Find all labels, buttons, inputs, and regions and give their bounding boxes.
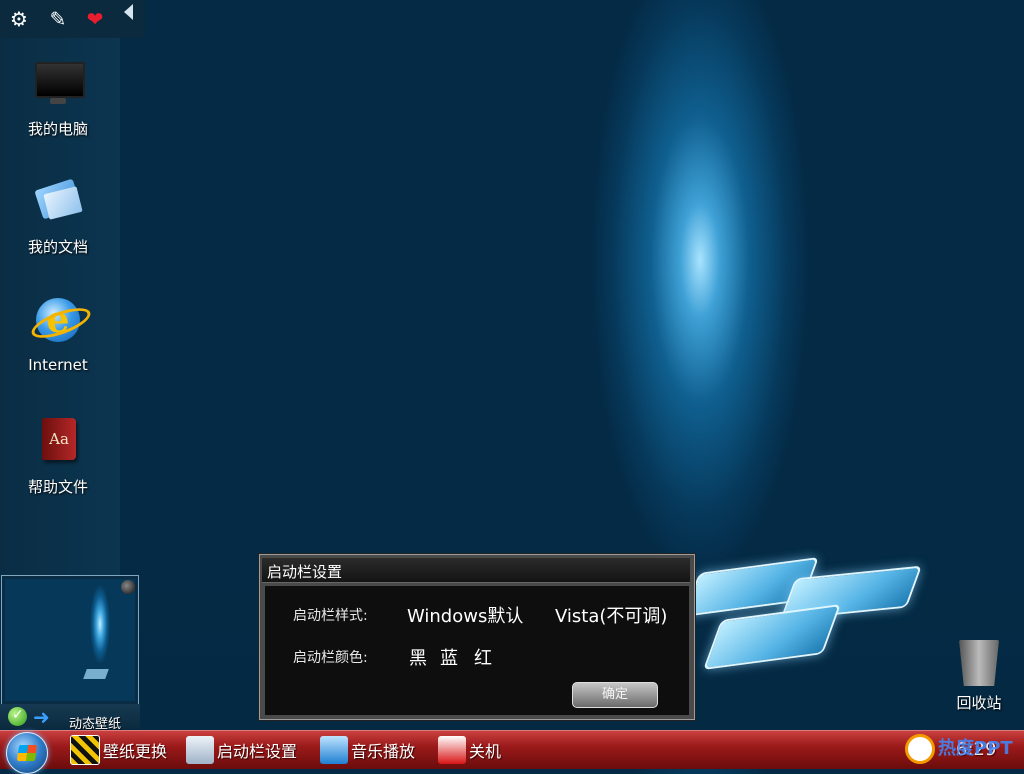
dialog-title: 启动栏设置 (267, 563, 343, 581)
desktop-icon-label: 我的文档 (27, 238, 88, 256)
desktop-icon-label: 帮助文件 (27, 478, 88, 496)
color-option-black[interactable]: 黑 (409, 644, 427, 670)
gear-icon (186, 736, 214, 764)
desktop-icon-label: 回收站 (956, 694, 1002, 712)
music-icon (320, 736, 348, 764)
wallpaper-preview[interactable] (1, 575, 139, 705)
desktop-icon-my-documents[interactable]: 我的文档 (10, 176, 106, 257)
desktop-icon-label: 我的电脑 (27, 120, 88, 138)
taskbar-item-shutdown[interactable]: 关机 (438, 733, 501, 767)
style-option-windows[interactable]: Windows默认 (407, 602, 523, 628)
startbar-settings-dialog: 启动栏设置 启动栏样式: Windows默认 Vista(不可调) 启动栏颜色:… (259, 554, 695, 720)
book-icon: Aa (32, 416, 84, 468)
desktop-icon-label: Internet (28, 356, 88, 374)
taskbar-item-label: 音乐播放 (351, 742, 416, 761)
ie-icon: e (28, 296, 94, 348)
dialog-body: 启动栏样式: Windows默认 Vista(不可调) 启动栏颜色: 黑 蓝 红… (265, 586, 689, 715)
style-option-vista[interactable]: Vista(不可调) (555, 602, 667, 628)
dialog-title-bar[interactable]: 启动栏设置 (262, 558, 690, 583)
sidebar: ⚙ ✎ ❤ 我的电脑 我的文档 e Internet Aa 帮助文件 (0, 0, 145, 575)
desktop: ⚙ ✎ ❤ 我的电脑 我的文档 e Internet Aa 帮助文件 ➜ 动态壁… (0, 0, 1024, 732)
taskbar-item-label: 启动栏设置 (217, 742, 298, 761)
tray-logo-icon (905, 734, 935, 764)
style-label: 启动栏样式: (293, 608, 368, 624)
color-option-blue[interactable]: 蓝 (440, 644, 458, 670)
color-label: 启动栏颜色: (293, 650, 368, 666)
brand-watermark: 热度PPT (938, 738, 1013, 759)
taskbar: 壁纸更换 启动栏设置 音乐播放 关机 6:29 热度PPT (0, 730, 1024, 774)
windows-logo-icon (83, 669, 109, 679)
lock-icon (438, 736, 466, 764)
taskbar-item-label: 壁纸更换 (103, 742, 168, 761)
taskbar-item-startbar-settings[interactable]: 启动栏设置 (186, 733, 297, 767)
desktop-icon-internet[interactable]: e Internet (10, 296, 106, 374)
color-option-red[interactable]: 红 (474, 644, 492, 670)
heart-icon[interactable]: ❤ (82, 6, 108, 32)
documents-icon (32, 176, 84, 228)
settings-icon[interactable]: ⚙ (6, 6, 32, 32)
confirm-button[interactable]: 确定 (572, 682, 658, 708)
sidebar-collapse-arrow-icon[interactable] (124, 4, 133, 20)
pin-icon[interactable]: ✎ (45, 6, 71, 32)
wallpaper-preview-image (5, 579, 135, 701)
taskbar-item-music[interactable]: 音乐播放 (320, 733, 415, 767)
taskbar-item-label: 关机 (469, 742, 502, 761)
wallpaper-icon (70, 735, 100, 765)
close-icon[interactable] (121, 580, 135, 594)
taskbar-item-wallpaper[interactable]: 壁纸更换 (70, 733, 167, 767)
desktop-icon-my-computer[interactable]: 我的电脑 (10, 58, 106, 139)
arrow-right-icon[interactable]: ➜ (33, 705, 50, 729)
check-icon[interactable] (8, 707, 27, 726)
trash-icon (959, 640, 999, 686)
desktop-icon-help[interactable]: Aa 帮助文件 (10, 416, 106, 497)
monitor-icon (32, 58, 85, 110)
desktop-icon-recycle-bin[interactable]: 回收站 (946, 640, 1012, 713)
